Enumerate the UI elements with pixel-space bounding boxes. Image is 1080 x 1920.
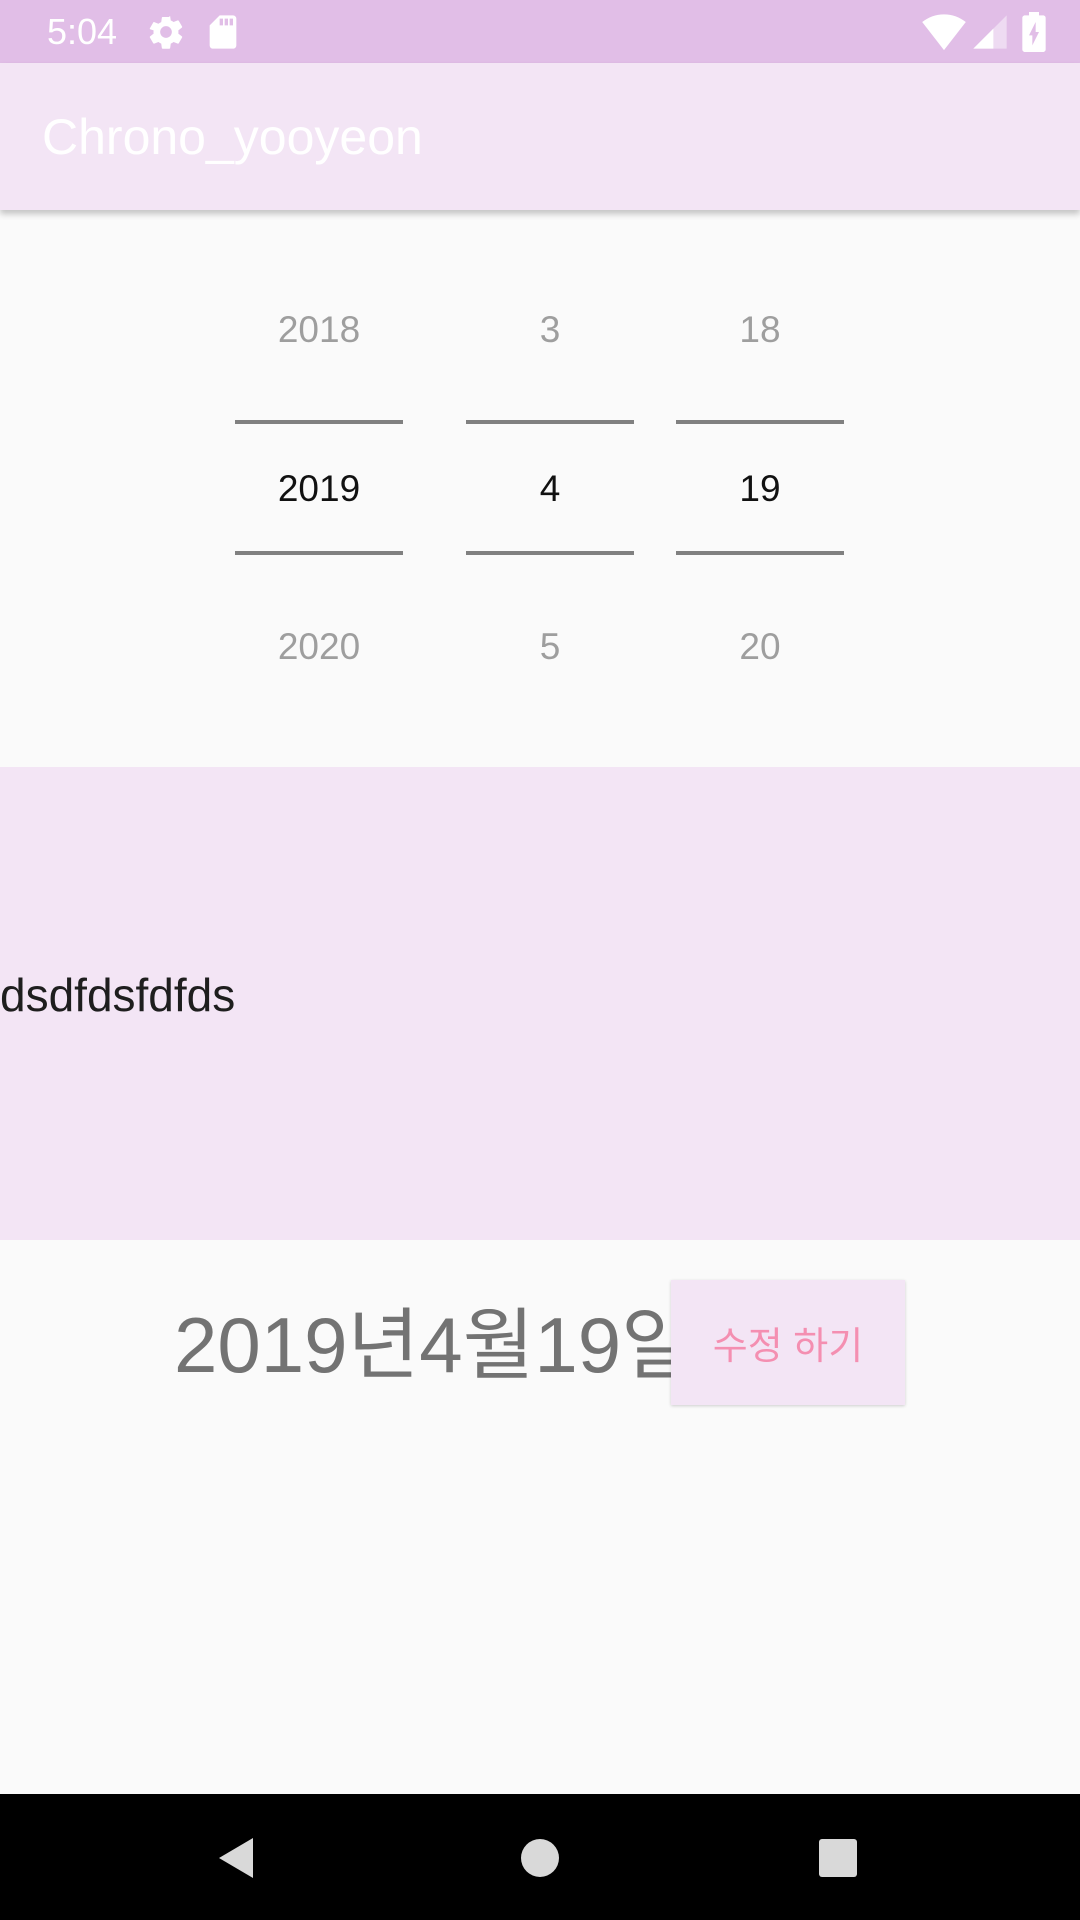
signal-icon — [970, 12, 1010, 52]
month-current-value[interactable]: 4 — [466, 466, 634, 512]
date-picker[interactable]: 2018 2019 2020 3 4 5 18 19 20 — [0, 210, 1080, 767]
year-prev-value[interactable]: 2018 — [235, 307, 403, 353]
day-next-value[interactable]: 20 — [676, 624, 844, 670]
home-icon[interactable] — [512, 1830, 568, 1886]
day-divider-bottom — [676, 551, 844, 555]
day-picker[interactable]: 18 19 20 — [676, 210, 844, 767]
month-picker[interactable]: 3 4 5 — [466, 210, 634, 767]
edit-button[interactable]: 수정 하기 — [671, 1280, 905, 1405]
month-divider-top — [466, 420, 634, 424]
month-divider-bottom — [466, 551, 634, 555]
month-next-value[interactable]: 5 — [466, 624, 634, 670]
navigation-bar — [0, 1794, 1080, 1920]
battery-charging-icon — [1019, 12, 1049, 52]
recents-icon[interactable] — [810, 1830, 866, 1886]
wifi-icon — [922, 12, 966, 52]
screen: 5:04 Chrono_yooyeon 2018 2019 2020 3 4 5… — [0, 0, 1080, 1920]
year-next-value[interactable]: 2020 — [235, 624, 403, 670]
memo-area[interactable]: dsdfdsfdfds — [0, 767, 1080, 1240]
app-title: Chrono_yooyeon — [42, 109, 423, 165]
day-current-value[interactable]: 19 — [676, 466, 844, 512]
app-bar: Chrono_yooyeon — [0, 63, 1080, 210]
year-picker[interactable]: 2018 2019 2020 — [235, 210, 403, 767]
day-prev-value[interactable]: 18 — [676, 307, 844, 353]
memo-text: dsdfdsfdfds — [0, 969, 236, 1021]
day-divider-top — [676, 420, 844, 424]
year-current-value[interactable]: 2019 — [235, 466, 403, 512]
status-bar: 5:04 — [0, 0, 1080, 63]
settings-icon — [146, 12, 186, 52]
sd-card-icon — [203, 12, 243, 52]
month-prev-value[interactable]: 3 — [466, 307, 634, 353]
selected-date-label: 2019년4월19일 — [174, 1301, 693, 1389]
status-time: 5:04 — [47, 11, 118, 52]
year-divider-top — [235, 420, 403, 424]
year-divider-bottom — [235, 551, 403, 555]
back-icon[interactable] — [211, 1830, 267, 1886]
